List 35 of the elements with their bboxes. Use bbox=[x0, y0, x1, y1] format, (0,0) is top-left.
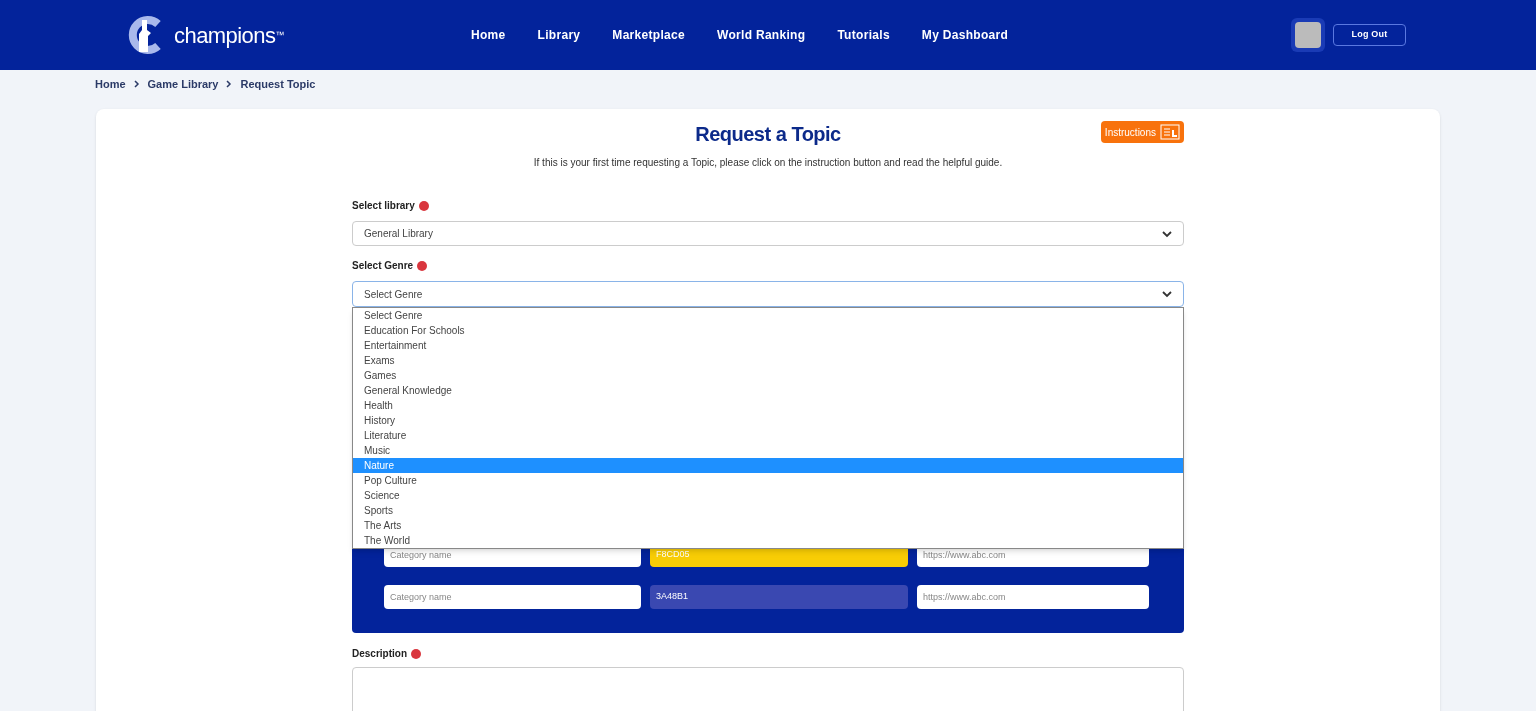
log-out-button[interactable]: Log Out bbox=[1333, 24, 1406, 46]
dropdown-option[interactable]: Sports bbox=[353, 503, 1183, 518]
dropdown-option[interactable]: Entertainment bbox=[353, 338, 1183, 353]
nav-link[interactable]: Library bbox=[537, 26, 581, 44]
dropdown-option[interactable]: Select Genre bbox=[353, 308, 1183, 323]
dropdown-option[interactable]: Health bbox=[353, 398, 1183, 413]
breadcrumb-link[interactable]: Request Topic bbox=[240, 75, 316, 93]
field-label: Description bbox=[352, 647, 407, 661]
logo-text: champions$^{™}$ bbox=[174, 21, 284, 50]
dropdown-option[interactable]: Education For Schools bbox=[353, 323, 1183, 338]
color-field[interactable]: 3A48B1 bbox=[650, 585, 908, 609]
genre-select[interactable]: Select Genre bbox=[352, 281, 1184, 307]
url-field[interactable]: https://www.abc.com bbox=[917, 585, 1149, 609]
nav-link[interactable]: Tutorials bbox=[837, 26, 890, 44]
dropdown-option[interactable]: History bbox=[353, 413, 1183, 428]
page-title: Request a Topic bbox=[695, 122, 841, 147]
intro-text: If this is your first time requesting a Topic, please click on the instruction button and read the helpful guide. bbox=[532, 156, 1004, 170]
field-label: Select Genre bbox=[352, 259, 414, 273]
dropdown-option[interactable]: Pop Culture bbox=[353, 473, 1183, 488]
dropdown-option[interactable]: Exams bbox=[353, 353, 1183, 368]
dropdown-option[interactable]: Music bbox=[353, 443, 1183, 458]
nav-link[interactable]: World Ranking bbox=[717, 26, 806, 44]
dropdown-option[interactable]: Games bbox=[353, 368, 1183, 383]
breadcrumb-link[interactable]: Home bbox=[95, 75, 126, 93]
nav-link[interactable]: Marketplace bbox=[612, 26, 685, 44]
field-label: Select library bbox=[352, 199, 415, 213]
category-name-field[interactable]: Category name bbox=[384, 585, 641, 609]
breadcrumb-link[interactable]: Game Library bbox=[147, 75, 219, 93]
nav-link[interactable]: My Dashboard bbox=[921, 26, 1009, 44]
dropdown-option[interactable]: Literature bbox=[353, 428, 1183, 443]
dropdown-option[interactable]: The Arts bbox=[353, 518, 1183, 533]
nav-link[interactable]: Home bbox=[471, 26, 506, 44]
dropdown-option[interactable]: Science bbox=[353, 488, 1183, 503]
library-select[interactable]: General Library bbox=[352, 221, 1184, 246]
dropdown-option[interactable]: General Knowledge bbox=[353, 383, 1183, 398]
